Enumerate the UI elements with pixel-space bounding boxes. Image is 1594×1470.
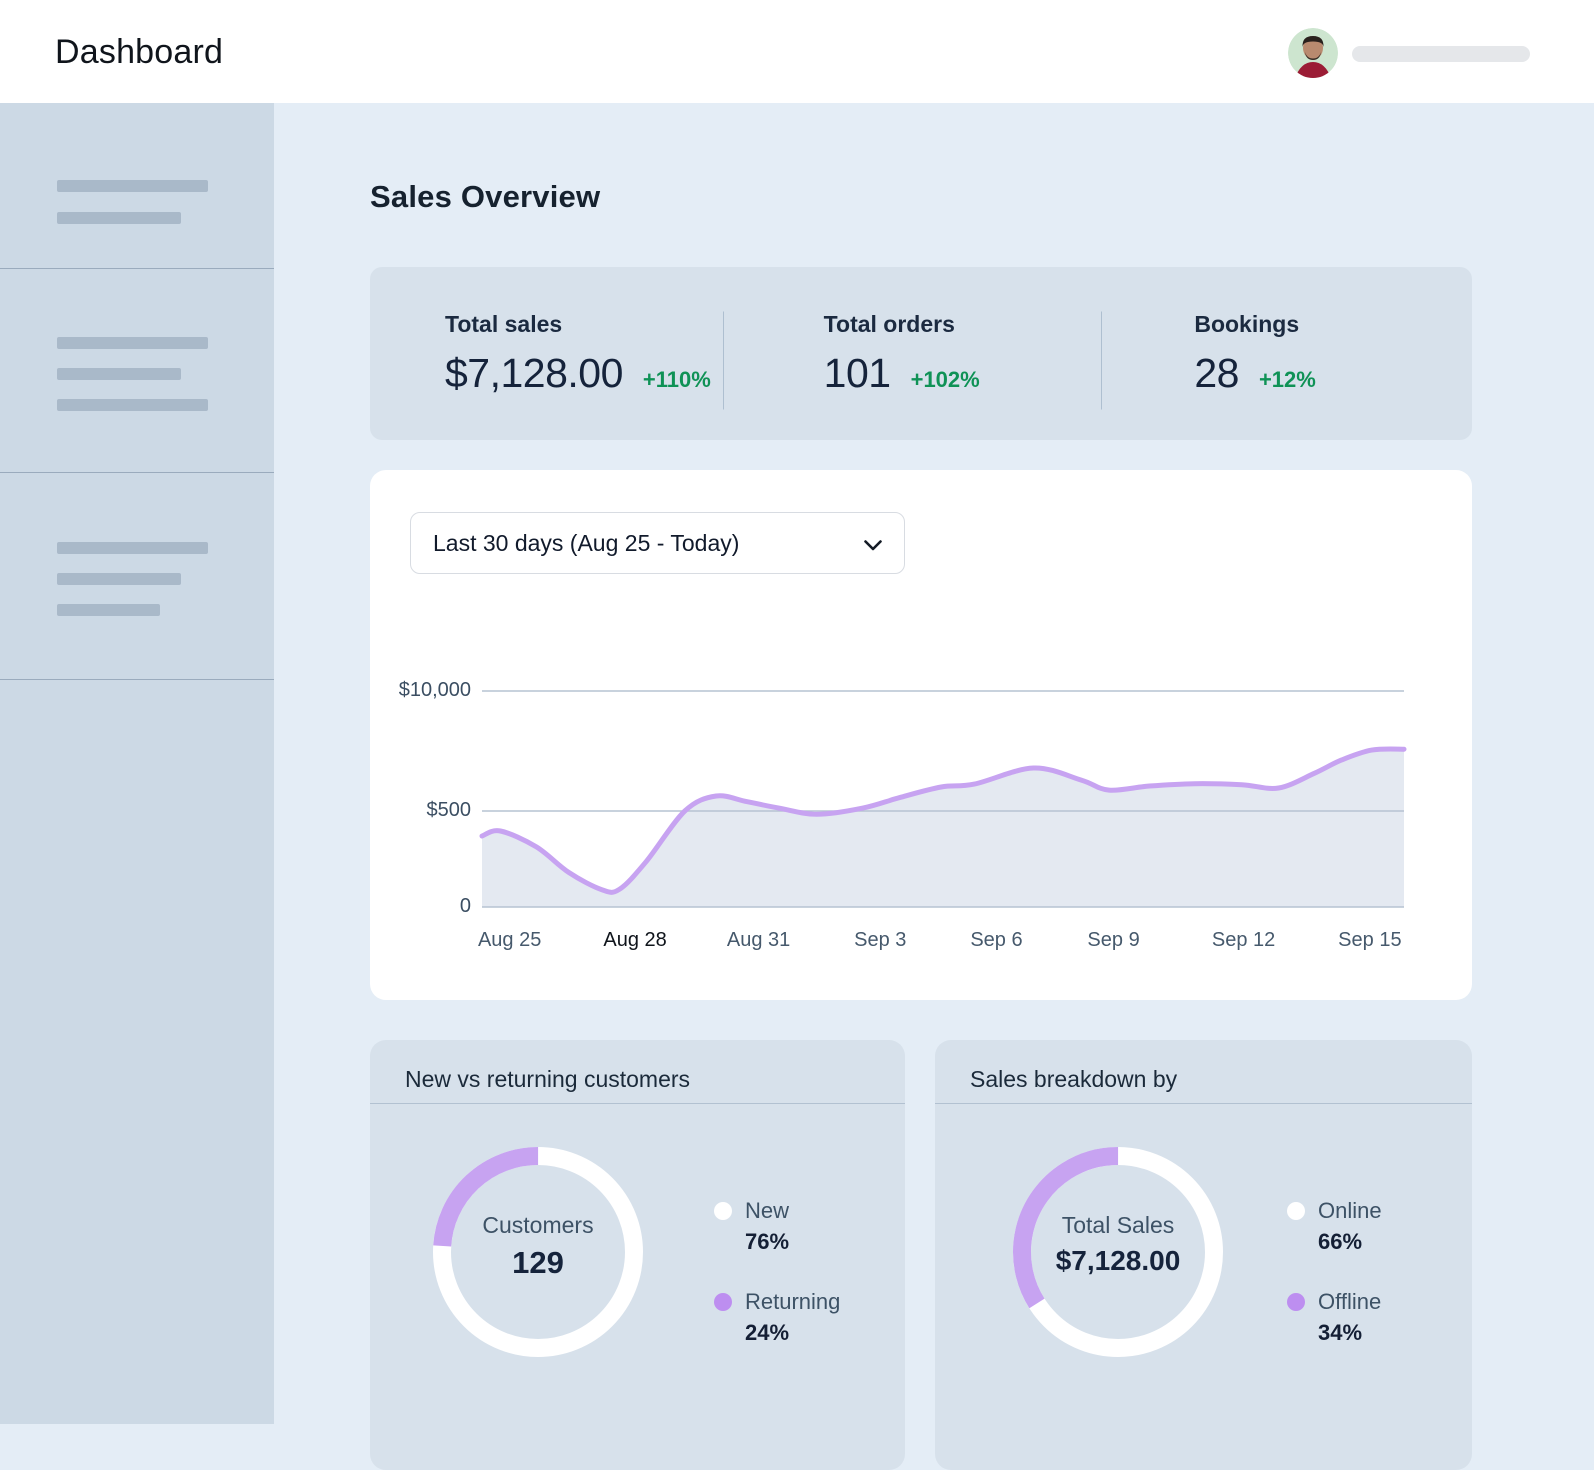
stat-label: Total orders (824, 311, 1102, 338)
sidebar-skeleton-bar (57, 212, 181, 224)
sidebar-skeleton-bar (57, 368, 181, 380)
legend-dot-returning (714, 1293, 732, 1311)
y-axis-label: $10,000 (371, 679, 471, 702)
legend-label: Offline (1318, 1289, 1382, 1315)
legend-item: Offline 34% (1287, 1289, 1382, 1346)
area-chart (370, 470, 1472, 1000)
dashboard-page: { "header": { "title": "Dashboard" }, "m… (0, 0, 1594, 1424)
donut-legend: Online 66% Offline 34% (1287, 1198, 1382, 1346)
x-axis-label: Sep 9 (1087, 929, 1139, 952)
stat-label: Bookings (1194, 311, 1472, 338)
legend-value: 24% (745, 1320, 840, 1346)
legend-label: Online (1318, 1198, 1382, 1224)
page-title: Dashboard (55, 33, 223, 72)
stat-value: 101 (824, 350, 891, 397)
sales-chart-card: Last 30 days (Aug 25 - Today) 0$500$10,0… (370, 470, 1472, 1000)
sidebar (0, 103, 274, 1424)
stats-bar: Total sales $7,128.00 +110% Total orders… (370, 267, 1472, 440)
sidebar-skeleton-bar (57, 180, 208, 192)
stat-total-sales: Total sales $7,128.00 +110% (370, 267, 723, 440)
sidebar-divider (0, 268, 274, 269)
donut-center: Total Sales $7,128.00 (1008, 1212, 1228, 1277)
stat-delta: +110% (643, 367, 711, 393)
x-axis-label: Sep 3 (854, 929, 906, 952)
stat-delta: +12% (1259, 367, 1316, 393)
section-heading: Sales Overview (370, 179, 600, 215)
x-axis-label: Aug 28 (603, 929, 666, 952)
legend-label: New (745, 1198, 840, 1224)
legend-label: Returning (745, 1289, 840, 1315)
donut-center-label: Customers (428, 1212, 648, 1239)
card-sales-breakdown: Sales breakdown by Total Sales $7,128.00… (935, 1040, 1472, 1470)
sidebar-skeleton-bar (57, 337, 208, 349)
donut-legend: New 76% Returning 24% (714, 1198, 840, 1346)
card-new-vs-returning: New vs returning customers Customers 129… (370, 1040, 905, 1470)
legend-item: Returning 24% (714, 1289, 840, 1346)
donut-center-value: 129 (428, 1245, 648, 1281)
header-skeleton-bar (1352, 46, 1530, 62)
avatar-image (1288, 28, 1338, 78)
legend-item: New 76% (714, 1198, 840, 1255)
legend-item: Online 66% (1287, 1198, 1382, 1255)
stat-value: 28 (1194, 350, 1239, 397)
stat-bookings: Bookings 28 +12% (1101, 267, 1472, 440)
legend-dot-new (714, 1202, 732, 1220)
area-fill (482, 749, 1404, 907)
avatar[interactable] (1288, 28, 1338, 78)
x-axis-label: Aug 25 (478, 929, 541, 952)
legend-value: 66% (1318, 1229, 1382, 1255)
x-axis-label: Sep 15 (1338, 929, 1401, 952)
sidebar-skeleton-bar (57, 399, 208, 411)
legend-value: 34% (1318, 1320, 1382, 1346)
sidebar-skeleton-bar (57, 573, 181, 585)
x-axis-label: Aug 31 (727, 929, 790, 952)
app-header: Dashboard (0, 0, 1594, 103)
sidebar-skeleton-bar (57, 542, 208, 554)
sidebar-divider (0, 679, 274, 680)
legend-dot-offline (1287, 1293, 1305, 1311)
stat-total-orders: Total orders 101 +102% (723, 267, 1102, 440)
legend-value: 76% (745, 1229, 840, 1255)
donut-center: Customers 129 (428, 1212, 648, 1281)
main-content: Sales Overview Total sales $7,128.00 +11… (274, 103, 1594, 1424)
legend-dot-online (1287, 1202, 1305, 1220)
stat-value: $7,128.00 (445, 350, 623, 397)
y-axis-label: $500 (371, 799, 471, 822)
donut-center-value: $7,128.00 (1008, 1245, 1228, 1277)
stat-label: Total sales (445, 311, 723, 338)
sidebar-skeleton-bar (57, 604, 160, 616)
stat-delta: +102% (911, 367, 980, 393)
y-axis-label: 0 (371, 895, 471, 918)
donut-center-label: Total Sales (1008, 1212, 1228, 1239)
x-axis-label: Sep 12 (1212, 929, 1275, 952)
sidebar-divider (0, 472, 274, 473)
x-axis-label: Sep 6 (970, 929, 1022, 952)
